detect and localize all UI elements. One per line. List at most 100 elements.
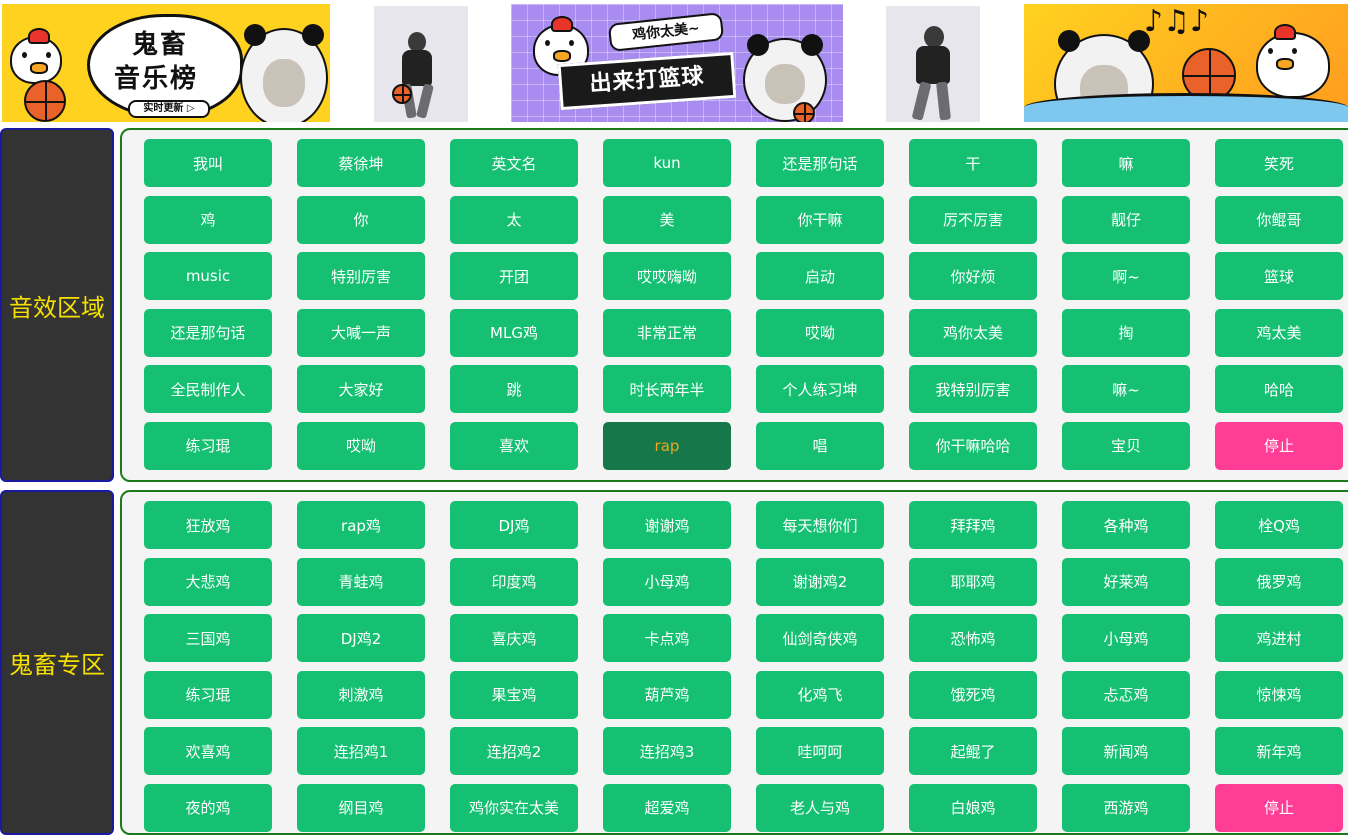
sound-button[interactable]: 鸡进村 — [1215, 614, 1343, 662]
sound-button[interactable]: 鸡你太美 — [909, 308, 1037, 357]
sound-button[interactable]: 鸡 — [144, 195, 272, 244]
sound-button[interactable]: 哈哈 — [1215, 365, 1343, 413]
sound-button[interactable]: 靓仔 — [1062, 195, 1190, 244]
sound-button[interactable]: 好莱鸡 — [1062, 557, 1190, 606]
sound-button[interactable]: 新闻鸡 — [1062, 727, 1190, 775]
sound-button[interactable]: 你 — [297, 195, 425, 244]
sound-button[interactable]: 我特别厉害 — [909, 365, 1037, 413]
sound-button[interactable]: 葫芦鸡 — [603, 670, 731, 719]
sound-button[interactable]: 干 — [909, 139, 1037, 187]
sound-button[interactable]: 掏 — [1062, 308, 1190, 357]
sound-button[interactable]: 啊~ — [1062, 252, 1190, 300]
sound-button[interactable]: 哎呦 — [297, 421, 425, 470]
sound-button[interactable]: 时长两年半 — [603, 365, 731, 413]
sound-button[interactable]: 耶耶鸡 — [909, 557, 1037, 606]
sound-button[interactable]: 恐怖鸡 — [909, 614, 1037, 662]
sound-button[interactable]: 小母鸡 — [1062, 614, 1190, 662]
sound-button[interactable]: DJ鸡 — [450, 501, 578, 549]
sound-button[interactable]: 鸡你实在太美 — [450, 783, 578, 832]
sound-button[interactable]: 喜庆鸡 — [450, 614, 578, 662]
sound-button[interactable]: 西游鸡 — [1062, 783, 1190, 832]
sound-button[interactable]: 白娘鸡 — [909, 783, 1037, 832]
sound-button[interactable]: 连招鸡2 — [450, 727, 578, 775]
sound-button[interactable]: 惊悚鸡 — [1215, 670, 1343, 719]
sound-button[interactable]: 老人与鸡 — [756, 783, 884, 832]
sound-button[interactable]: 欢喜鸡 — [144, 727, 272, 775]
sound-button[interactable]: 狂放鸡 — [144, 501, 272, 549]
sound-button[interactable]: 谢谢鸡2 — [756, 557, 884, 606]
sound-button[interactable]: 连招鸡1 — [297, 727, 425, 775]
sound-button[interactable]: 印度鸡 — [450, 557, 578, 606]
sound-button[interactable]: 栓Q鸡 — [1215, 501, 1343, 549]
sound-button[interactable]: 果宝鸡 — [450, 670, 578, 719]
sound-button[interactable]: 哇呵呵 — [756, 727, 884, 775]
sound-button[interactable]: MLG鸡 — [450, 308, 578, 357]
sound-button[interactable]: 你干嘛 — [756, 195, 884, 244]
sound-button[interactable]: rap — [603, 421, 731, 470]
sound-button[interactable]: 笑死 — [1215, 139, 1343, 187]
sound-button[interactable]: 练习琨 — [144, 670, 272, 719]
sound-button[interactable]: rap鸡 — [297, 501, 425, 549]
sound-button[interactable]: 起鲲了 — [909, 727, 1037, 775]
sound-button[interactable]: 忐忑鸡 — [1062, 670, 1190, 719]
sound-button[interactable]: 篮球 — [1215, 252, 1343, 300]
sound-button[interactable]: 美 — [603, 195, 731, 244]
sound-button[interactable]: 俄罗鸡 — [1215, 557, 1343, 606]
sound-button[interactable]: 大悲鸡 — [144, 557, 272, 606]
sound-button[interactable]: kun — [603, 139, 731, 187]
sound-button[interactable]: 每天想你们 — [756, 501, 884, 549]
dancer-photo-1[interactable] — [374, 6, 468, 122]
panda-music-banner[interactable]: ♪♫♪ — [1024, 4, 1348, 122]
stop-button[interactable]: 停止 — [1215, 783, 1343, 832]
sound-button[interactable]: 三国鸡 — [144, 614, 272, 662]
sound-button[interactable]: 仙剑奇侠鸡 — [756, 614, 884, 662]
sound-button[interactable]: 唱 — [756, 421, 884, 470]
sound-button[interactable]: 还是那句话 — [756, 139, 884, 187]
sound-button[interactable]: 还是那句话 — [144, 308, 272, 357]
sound-button[interactable]: 厉不厉害 — [909, 195, 1037, 244]
sound-button[interactable]: 大喊一声 — [297, 308, 425, 357]
sound-button[interactable]: 你干嘛哈哈 — [909, 421, 1037, 470]
sound-button[interactable]: 跳 — [450, 365, 578, 413]
sound-button[interactable]: 全民制作人 — [144, 365, 272, 413]
sound-button[interactable]: 开团 — [450, 252, 578, 300]
sound-button[interactable]: 化鸡飞 — [756, 670, 884, 719]
sound-button[interactable]: 你好烦 — [909, 252, 1037, 300]
sound-button[interactable]: 太 — [450, 195, 578, 244]
sound-button[interactable]: 特别厉害 — [297, 252, 425, 300]
basketball-banner[interactable]: 鸡你太美~ 出来打篮球 — [511, 4, 843, 122]
sound-button[interactable]: 哎呦 — [756, 308, 884, 357]
sound-button[interactable]: 练习琨 — [144, 421, 272, 470]
sound-button[interactable]: 个人练习坤 — [756, 365, 884, 413]
sound-button[interactable]: 喜欢 — [450, 421, 578, 470]
sound-button[interactable]: 纲目鸡 — [297, 783, 425, 832]
dancer-photo-2[interactable] — [886, 6, 980, 122]
sound-button[interactable]: 各种鸡 — [1062, 501, 1190, 549]
music-chart-banner[interactable]: 鬼畜 音乐榜 实时更新 ▷ — [2, 4, 330, 122]
sound-button[interactable]: 卡点鸡 — [603, 614, 731, 662]
stop-button[interactable]: 停止 — [1215, 421, 1343, 470]
sound-button[interactable]: 启动 — [756, 252, 884, 300]
sound-button[interactable]: 大家好 — [297, 365, 425, 413]
sound-button[interactable]: 哎哎嗨呦 — [603, 252, 731, 300]
sound-button[interactable]: 夜的鸡 — [144, 783, 272, 832]
sound-button[interactable]: 青蛙鸡 — [297, 557, 425, 606]
sound-button[interactable]: 新年鸡 — [1215, 727, 1343, 775]
sound-button[interactable]: 鸡太美 — [1215, 308, 1343, 357]
sound-button[interactable]: 谢谢鸡 — [603, 501, 731, 549]
sound-button[interactable]: 嘛~ — [1062, 365, 1190, 413]
sound-button[interactable]: music — [144, 252, 272, 300]
sound-button[interactable]: 饿死鸡 — [909, 670, 1037, 719]
sound-button[interactable]: 宝贝 — [1062, 421, 1190, 470]
sound-button[interactable]: 连招鸡3 — [603, 727, 731, 775]
sound-button[interactable]: 嘛 — [1062, 139, 1190, 187]
sound-button[interactable]: DJ鸡2 — [297, 614, 425, 662]
sound-button[interactable]: 英文名 — [450, 139, 578, 187]
sound-button[interactable]: 非常正常 — [603, 308, 731, 357]
sound-button[interactable]: 小母鸡 — [603, 557, 731, 606]
sound-button[interactable]: 拜拜鸡 — [909, 501, 1037, 549]
sound-button[interactable]: 超爱鸡 — [603, 783, 731, 832]
sound-button[interactable]: 你鲲哥 — [1215, 195, 1343, 244]
sound-button[interactable]: 刺激鸡 — [297, 670, 425, 719]
sound-button[interactable]: 蔡徐坤 — [297, 139, 425, 187]
